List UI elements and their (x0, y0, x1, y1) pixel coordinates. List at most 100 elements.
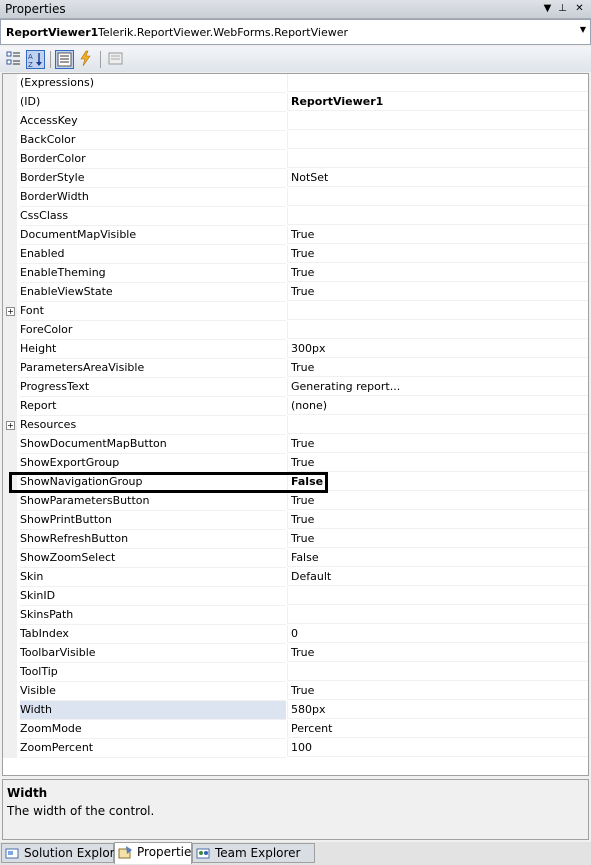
categorized-view-button[interactable] (5, 50, 24, 69)
property-name[interactable]: BorderWidth (20, 188, 286, 207)
property-row[interactable]: EnableTheming True (3, 264, 588, 283)
property-row[interactable]: BorderColor (3, 150, 588, 169)
property-name[interactable]: ToolbarVisible (20, 644, 286, 663)
property-name[interactable]: DocumentMapVisible (20, 226, 286, 245)
properties-view-button[interactable] (55, 50, 74, 69)
property-row[interactable]: ParametersAreaVisible True (3, 359, 588, 378)
property-value[interactable]: True (287, 283, 588, 301)
property-value[interactable]: True (287, 359, 588, 377)
property-name[interactable]: ShowRefreshButton (20, 530, 286, 549)
property-value[interactable]: 300px (287, 340, 588, 358)
property-name[interactable]: Height (20, 340, 286, 359)
chevron-down-icon[interactable]: ▼ (580, 25, 586, 34)
property-row[interactable]: Width 580px (3, 701, 588, 720)
property-row[interactable]: ToolbarVisible True (3, 644, 588, 663)
property-value[interactable]: True (287, 435, 588, 453)
property-value[interactable]: True (287, 492, 588, 510)
property-row[interactable]: ZoomPercent 100 (3, 739, 588, 758)
property-name[interactable]: EnableViewState (20, 283, 286, 302)
property-value[interactable]: False (287, 473, 588, 491)
tab-properties[interactable]: Properties (114, 842, 198, 864)
property-row[interactable]: ShowZoomSelect False (3, 549, 588, 568)
property-name[interactable]: Report (20, 397, 286, 416)
property-row[interactable]: ProgressText Generating report... (3, 378, 588, 397)
property-row[interactable]: + Resources (3, 416, 588, 435)
property-value[interactable] (287, 663, 588, 681)
property-row[interactable]: BorderStyle NotSet (3, 169, 588, 188)
property-row[interactable]: CssClass (3, 207, 588, 226)
property-row[interactable]: Report (none) (3, 397, 588, 416)
property-name[interactable]: Resources (20, 416, 286, 435)
property-row[interactable]: SkinsPath (3, 606, 588, 625)
property-row[interactable]: EnableViewState True (3, 283, 588, 302)
property-value[interactable] (287, 321, 588, 339)
property-row[interactable]: Height 300px (3, 340, 588, 359)
auto-hide-pin-icon[interactable]: ⊥ (555, 1, 570, 16)
property-value[interactable] (287, 74, 588, 92)
property-row[interactable]: ZoomMode Percent (3, 720, 588, 739)
property-value[interactable]: True (287, 264, 588, 282)
property-row[interactable]: Skin Default (3, 568, 588, 587)
property-name[interactable]: EnableTheming (20, 264, 286, 283)
close-icon[interactable]: ✕ (572, 1, 587, 16)
property-row[interactable]: BackColor (3, 131, 588, 150)
property-row[interactable]: ShowExportGroup True (3, 454, 588, 473)
property-name[interactable]: AccessKey (20, 112, 286, 131)
property-value[interactable] (287, 416, 588, 434)
property-value[interactable] (287, 587, 588, 605)
property-name[interactable]: (ID) (20, 93, 286, 112)
property-row[interactable]: ShowParametersButton True (3, 492, 588, 511)
property-row[interactable]: (Expressions) (3, 74, 588, 93)
property-value[interactable]: (none) (287, 397, 588, 415)
property-row[interactable]: BorderWidth (3, 188, 588, 207)
property-name[interactable]: Font (20, 302, 286, 321)
property-value[interactable]: True (287, 226, 588, 244)
tab-team-explorer[interactable]: Team Explorer (192, 843, 315, 863)
property-name[interactable]: Width (20, 701, 286, 720)
property-row[interactable]: Enabled True (3, 245, 588, 264)
window-position-dropdown-icon[interactable]: ▼ (540, 1, 555, 16)
property-name[interactable]: SkinID (20, 587, 286, 606)
property-name[interactable]: CssClass (20, 207, 286, 226)
property-name[interactable]: ShowPrintButton (20, 511, 286, 530)
property-name[interactable]: Visible (20, 682, 286, 701)
property-name[interactable]: (Expressions) (20, 74, 286, 93)
property-name[interactable]: ProgressText (20, 378, 286, 397)
property-value[interactable]: NotSet (287, 169, 588, 187)
property-row[interactable]: + Font (3, 302, 588, 321)
object-selector-dropdown[interactable]: ReportViewer1 Telerik.ReportViewer.WebFo… (0, 19, 591, 45)
property-row[interactable]: ForeColor (3, 321, 588, 340)
property-value[interactable]: False (287, 549, 588, 567)
property-name[interactable]: BackColor (20, 131, 286, 150)
property-value[interactable]: True (287, 245, 588, 263)
property-value[interactable]: True (287, 530, 588, 548)
property-value[interactable]: ReportViewer1 (287, 93, 588, 111)
property-value[interactable]: 580px (287, 701, 588, 719)
property-name[interactable]: Skin (20, 568, 286, 587)
property-value[interactable]: True (287, 682, 588, 700)
property-row[interactable]: ToolTip (3, 663, 588, 682)
property-name[interactable]: BorderColor (20, 150, 286, 169)
property-row[interactable]: Visible True (3, 682, 588, 701)
property-row[interactable]: ShowRefreshButton True (3, 530, 588, 549)
property-value[interactable] (287, 131, 588, 149)
property-value[interactable]: True (287, 454, 588, 472)
expand-icon[interactable]: + (6, 421, 15, 430)
property-value[interactable]: 0 (287, 625, 588, 643)
alphabetical-view-button[interactable]: A Z (26, 50, 45, 69)
property-name[interactable]: ZoomPercent (20, 739, 286, 758)
property-value[interactable]: 100 (287, 739, 588, 757)
property-name[interactable]: ForeColor (20, 321, 286, 340)
property-value[interactable]: True (287, 511, 588, 529)
property-row[interactable]: ShowDocumentMapButton True (3, 435, 588, 454)
property-name[interactable]: TabIndex (20, 625, 286, 644)
property-value[interactable] (287, 207, 588, 225)
property-name[interactable]: ZoomMode (20, 720, 286, 739)
property-pages-button[interactable] (107, 50, 126, 69)
property-row[interactable]: SkinID (3, 587, 588, 606)
property-value[interactable]: True (287, 644, 588, 662)
property-row[interactable]: (ID) ReportViewer1 (3, 93, 588, 112)
property-value[interactable]: Generating report... (287, 378, 588, 396)
property-name[interactable]: Enabled (20, 245, 286, 264)
property-value[interactable]: Default (287, 568, 588, 586)
